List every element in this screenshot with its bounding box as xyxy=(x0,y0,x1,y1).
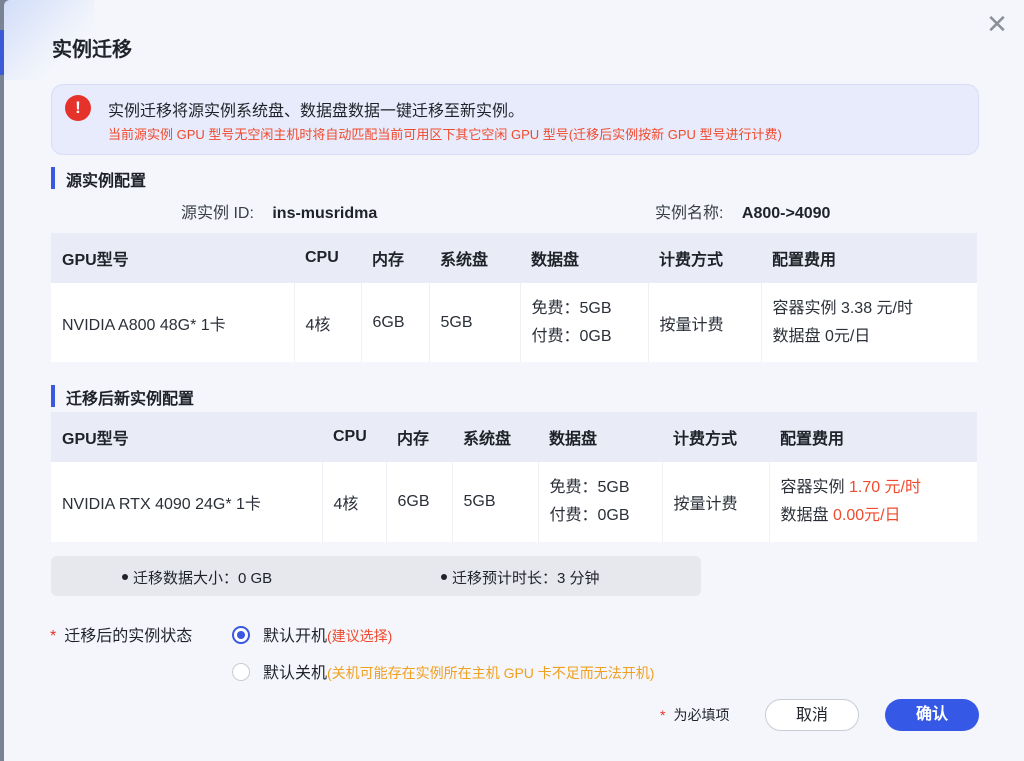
col-system-disk: 系统盘 xyxy=(452,412,538,462)
source-id-row: 源实例 ID: ins-musridma xyxy=(181,199,377,223)
fee-data-disk: 数据盘 0.00元/日 xyxy=(781,502,977,530)
fee-container: 容器实例 1.70 元/时 xyxy=(781,474,977,502)
instance-name-row: 实例名称: A800->4090 xyxy=(655,199,830,223)
table-header-row: GPU型号 CPU 内存 系统盘 数据盘 计费方式 配置费用 xyxy=(51,412,977,462)
state-label-text: 迁移后的实例状态 xyxy=(64,628,193,645)
gpu-cell: NVIDIA RTX 4090 24G* 1卡 xyxy=(51,462,322,542)
fee-container: 容器实例 3.38 元/时 xyxy=(772,299,913,317)
required-note-text: 为必填项 xyxy=(673,707,730,723)
data-disk-cell: 免费：5GB 付费：0GB xyxy=(519,283,648,362)
radio-power-off[interactable]: 默认关机(关机可能存在实例所在主机 GPU 卡不足而无法开机) xyxy=(232,659,654,683)
memory-cell: 6GB xyxy=(360,283,429,362)
power-on-hint: (建议选择) xyxy=(327,628,393,644)
col-billing: 计费方式 xyxy=(648,233,761,283)
power-off-hint: (关机可能存在实例所在主机 GPU 卡不足而无法开机) xyxy=(327,665,655,681)
target-section-title: 迁移后新实例配置 xyxy=(51,385,194,409)
data-size-text: 迁移数据大小：0 GB xyxy=(133,570,273,587)
cpu-cell: 4核 xyxy=(321,462,386,542)
table-row: NVIDIA RTX 4090 24G* 1卡 4核 6GB 5GB 免费：5G… xyxy=(51,462,977,542)
data-disk-paid: 付费：0GB xyxy=(531,327,612,345)
alert-main-text: 实例迁移将源实例系统盘、数据盘数据一键迁移至新实例。 xyxy=(108,103,525,120)
cpu-cell: 4核 xyxy=(293,283,361,362)
fee-disk-label: 数据盘 xyxy=(780,507,829,524)
system-disk-cell: 5GB xyxy=(451,462,538,542)
power-off-label[interactable]: 默认关机 xyxy=(263,665,327,682)
fee-data-disk: 数据盘 0元/日 xyxy=(772,327,871,345)
radio-checked-icon[interactable] xyxy=(232,625,250,644)
alert-sub-text: 当前源实例 GPU 型号无空闲主机时将自动匹配当前可用区下其它空闲 GPU 型号… xyxy=(108,127,782,142)
data-disk-free: 免费：5GB xyxy=(549,479,630,496)
bullet-icon xyxy=(122,574,128,581)
table-row: NVIDIA A800 48G* 1卡 4核 6GB 5GB 免费：5GB 付费… xyxy=(51,283,977,362)
billing-cell: 按量计费 xyxy=(647,283,761,362)
col-gpu: GPU型号 xyxy=(51,412,322,462)
col-fee: 配置费用 xyxy=(769,412,977,462)
data-disk-paid: 付费：0GB xyxy=(549,507,630,524)
bullet-icon xyxy=(441,574,447,581)
target-config-table: GPU型号 CPU 内存 系统盘 数据盘 计费方式 配置费用 NVIDIA RT… xyxy=(51,412,977,542)
fee-container-label: 容器实例 xyxy=(780,479,845,496)
migration-summary: 迁移数据大小：0 GB 迁移预计时长：3 分钟 xyxy=(51,556,701,596)
col-billing: 计费方式 xyxy=(662,412,769,462)
fee-cell: 容器实例 3.38 元/时 数据盘 0元/日 xyxy=(760,283,977,362)
fee-container-value: 1.70 元/时 xyxy=(848,479,922,496)
data-disk-free: 免费：5GB xyxy=(531,299,612,317)
state-field-label: * 迁移后的实例状态 xyxy=(50,622,192,646)
duration-item: 迁移预计时长：3 分钟 xyxy=(441,567,600,588)
col-memory: 内存 xyxy=(386,412,452,462)
instance-name-value: A800->4090 xyxy=(741,205,831,222)
close-icon[interactable]: ✕ xyxy=(982,10,1012,40)
exclamation-icon: ! xyxy=(65,95,91,121)
radio-unchecked-icon[interactable] xyxy=(232,662,250,681)
gpu-cell: NVIDIA A800 48G* 1卡 xyxy=(51,283,294,362)
dialog-title: 实例迁移 xyxy=(52,39,132,61)
system-disk-cell: 5GB xyxy=(428,283,520,362)
col-data-disk: 数据盘 xyxy=(520,233,648,283)
billing-cell: 按量计费 xyxy=(661,462,769,542)
radio-power-on[interactable]: 默认开机(建议选择) xyxy=(232,622,392,646)
warning-alert: ! 实例迁移将源实例系统盘、数据盘数据一键迁移至新实例。 当前源实例 GPU 型… xyxy=(51,84,979,155)
power-on-label[interactable]: 默认开机 xyxy=(263,628,327,645)
table-header-row: GPU型号 CPU 内存 系统盘 数据盘 计费方式 配置费用 xyxy=(51,233,977,283)
col-data-disk: 数据盘 xyxy=(538,412,662,462)
confirm-button[interactable]: 确认 xyxy=(885,699,979,731)
source-config-table: GPU型号 CPU 内存 系统盘 数据盘 计费方式 配置费用 NVIDIA A8… xyxy=(51,233,977,362)
fee-cell: 容器实例 1.70 元/时 数据盘 0.00元/日 xyxy=(768,462,977,542)
memory-cell: 6GB xyxy=(385,462,452,542)
col-gpu: GPU型号 xyxy=(51,233,294,283)
duration-text: 迁移预计时长：3 分钟 xyxy=(452,570,600,587)
cancel-button[interactable]: 取消 xyxy=(765,699,859,731)
source-id-value: ins-musridma xyxy=(272,205,378,222)
col-cpu: CPU xyxy=(322,412,386,462)
col-memory: 内存 xyxy=(361,233,429,283)
data-size-item: 迁移数据大小：0 GB xyxy=(122,567,272,588)
fee-disk-value: 0.00元/日 xyxy=(832,507,901,524)
migrate-instance-dialog: 实例迁移 ✕ ! 实例迁移将源实例系统盘、数据盘数据一键迁移至新实例。 当前源实… xyxy=(4,0,1024,761)
instance-name-label: 实例名称: xyxy=(655,205,724,222)
source-section-title: 源实例配置 xyxy=(51,167,146,191)
required-note: * 为必填项 xyxy=(660,705,729,725)
source-id-label: 源实例 ID: xyxy=(181,205,254,222)
col-system-disk: 系统盘 xyxy=(429,233,520,283)
col-fee: 配置费用 xyxy=(761,233,977,283)
data-disk-cell: 免费：5GB 付费：0GB xyxy=(537,462,662,542)
required-star: * xyxy=(50,628,57,645)
col-cpu: CPU xyxy=(294,233,361,283)
required-star: * xyxy=(660,707,666,723)
